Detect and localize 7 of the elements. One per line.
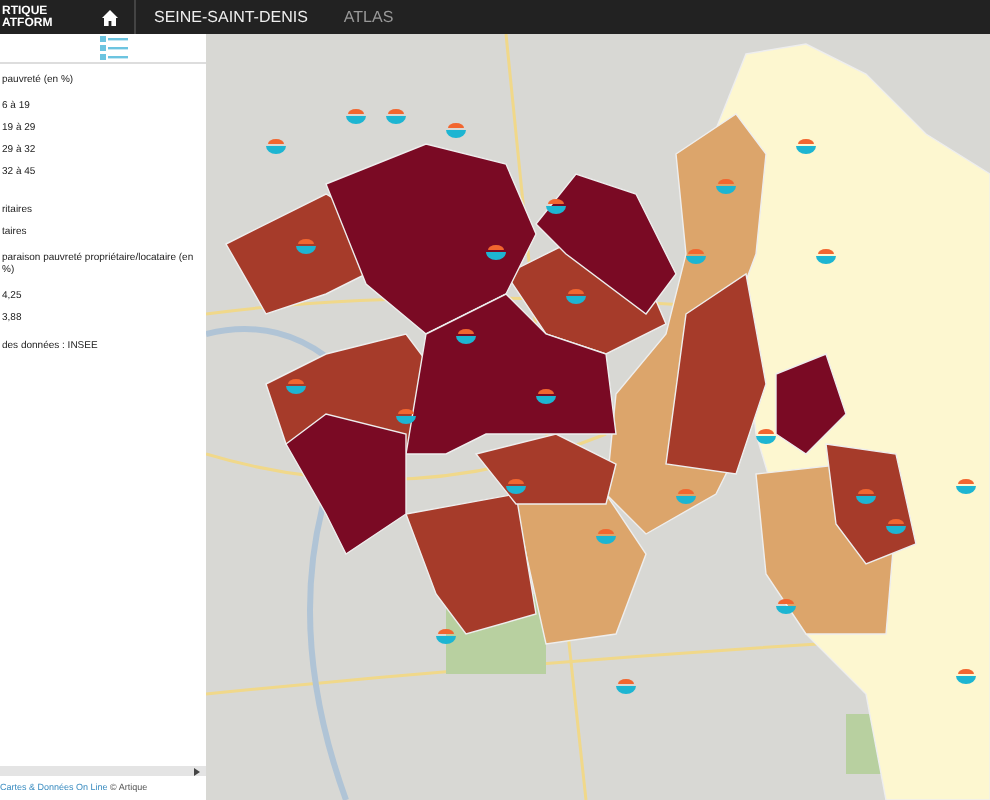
nav-tab[interactable]: ATLAS xyxy=(325,0,412,34)
home-icon[interactable] xyxy=(102,9,118,25)
scrollbar[interactable] xyxy=(0,766,206,776)
legend-toggle-icon[interactable] xyxy=(99,34,127,62)
choropleth-map-drawing[interactable] xyxy=(206,34,990,800)
nav-tab[interactable]: SEINE-SAINT-DENIS xyxy=(136,0,326,34)
arrow-right-icon[interactable] xyxy=(194,767,200,775)
